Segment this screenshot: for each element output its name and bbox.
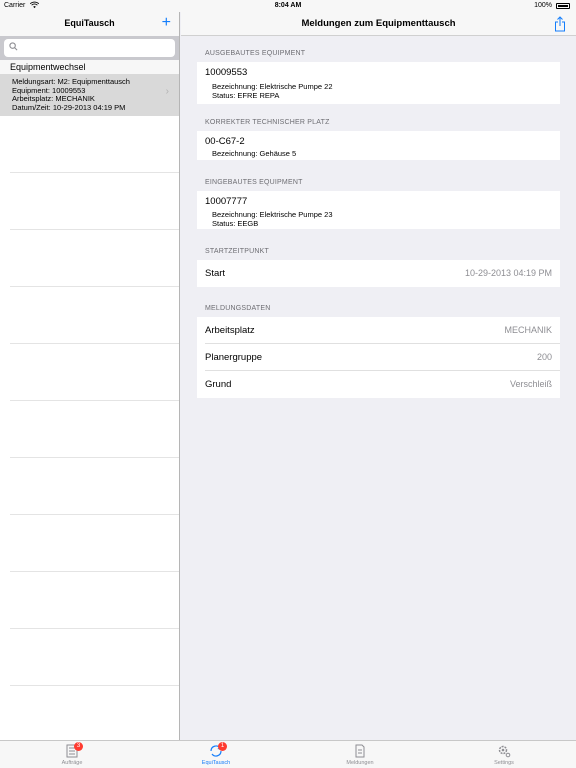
location-header: KORREKTER TECHNISCHER PLATZ xyxy=(205,119,330,126)
installed-equipment-desc: Bezeichnung: Elektrische Pumpe 23 xyxy=(212,210,333,219)
installed-equipment-status: Status: EEGB xyxy=(212,219,259,228)
empty-row xyxy=(10,401,179,458)
list-item[interactable]: Meldungsart: M2: Equipmenttausch Equipme… xyxy=(0,74,179,116)
tab-settings[interactable]: Settings xyxy=(432,741,576,768)
search-bar xyxy=(0,36,179,60)
reason-label: Grund xyxy=(205,379,232,390)
equitausch-badge: 1 xyxy=(218,742,227,751)
section-header-equipmentwechsel: Equipmentwechsel xyxy=(0,60,179,74)
start-label: Start xyxy=(205,268,226,279)
search-input[interactable] xyxy=(4,40,175,59)
empty-row xyxy=(10,572,179,629)
empty-row xyxy=(10,287,179,344)
master-title: EquiTausch xyxy=(64,18,115,28)
master-nav-bar: EquiTausch + xyxy=(0,12,179,36)
add-button[interactable]: + xyxy=(162,12,171,34)
start-value: 10-29-2013 04:19 PM xyxy=(464,268,552,278)
removed-equipment-number: 10009553 xyxy=(205,67,248,78)
battery-percent: 100% xyxy=(534,2,552,9)
removed-equipment-cell[interactable]: 10009553 Bezeichnung: Elektrische Pumpe … xyxy=(197,62,560,104)
reason-cell[interactable]: Grund Verschleiß xyxy=(197,371,560,398)
chevron-right-icon: › xyxy=(165,86,169,97)
detail-nav-bar: Meldungen zum Equipmenttausch xyxy=(181,12,576,36)
workplace-cell[interactable]: Arbeitsplatz MECHANIK xyxy=(197,317,560,344)
empty-row xyxy=(10,173,179,230)
tab-meldungen[interactable]: Meldungen xyxy=(288,741,432,768)
tab-label: Settings xyxy=(494,760,514,766)
gear-icon xyxy=(498,745,511,758)
search-icon xyxy=(9,42,18,51)
start-cell[interactable]: Start 10-29-2013 04:19 PM xyxy=(197,260,560,287)
empty-row xyxy=(10,230,179,287)
report-data-header: MELDUNGSDATEN xyxy=(205,305,271,312)
installed-equipment-cell[interactable]: 10007777 Bezeichnung: Elektrische Pumpe … xyxy=(197,191,560,229)
empty-row xyxy=(10,116,179,173)
detail-title: Meldungen zum Equipmenttausch xyxy=(301,18,456,29)
tab-label: Meldungen xyxy=(346,760,374,766)
tab-bar: 3 Aufträge 1 EquiTausch Meldungen Settin… xyxy=(0,740,576,768)
detail-content: AUSGEBAUTES EQUIPMENT 10009553 Bezeichnu… xyxy=(181,36,576,740)
planner-group-value: 200 xyxy=(536,352,552,362)
workplace-label: Arbeitsplatz xyxy=(205,325,255,336)
tab-equitausch[interactable]: 1 EquiTausch xyxy=(144,741,288,768)
removed-equipment-desc: Bezeichnung: Elektrische Pumpe 22 xyxy=(212,82,333,91)
document-icon xyxy=(355,744,365,758)
master-pane: EquiTausch + Equipmentwechsel Meldungsar… xyxy=(0,12,180,743)
start-header: STARTZEITPUNKT xyxy=(205,248,269,255)
empty-row xyxy=(10,515,179,572)
empty-row xyxy=(10,344,179,401)
empty-list-rows xyxy=(0,116,179,743)
empty-row xyxy=(10,458,179,515)
planner-group-label: Planergruppe xyxy=(205,352,263,363)
removed-equipment-header: AUSGEBAUTES EQUIPMENT xyxy=(205,50,306,57)
empty-row xyxy=(10,686,179,743)
orders-badge: 3 xyxy=(74,742,83,751)
tab-label: EquiTausch xyxy=(201,760,231,766)
share-icon[interactable] xyxy=(554,16,566,32)
location-cell[interactable]: 00-C67-2 Bezeichnung: Gehäuse 5 xyxy=(197,131,560,160)
tab-label: Aufträge xyxy=(61,760,83,766)
empty-row xyxy=(10,629,179,686)
tab-auftraege[interactable]: 3 Aufträge xyxy=(0,741,144,768)
location-desc: Bezeichnung: Gehäuse 5 xyxy=(212,149,297,158)
clock: 8:04 AM xyxy=(274,2,302,9)
search-box[interactable] xyxy=(4,39,175,59)
reason-value: Verschleiß xyxy=(509,379,552,389)
removed-equipment-status: Status: EFRE REPA xyxy=(212,91,280,100)
location-number: 00-C67-2 xyxy=(205,136,245,147)
planner-group-cell[interactable]: Planergruppe 200 xyxy=(197,344,560,371)
battery-icon xyxy=(556,3,570,9)
status-bar: Carrier 8:04 AM 100% xyxy=(0,0,576,12)
list-item-datetime: Datum/Zeit: 10-29-2013 04:19 PM xyxy=(12,102,126,112)
workplace-value: MECHANIK xyxy=(504,325,552,335)
installed-equipment-header: EINGEBAUTES EQUIPMENT xyxy=(205,179,303,186)
installed-equipment-number: 10007777 xyxy=(205,196,248,207)
